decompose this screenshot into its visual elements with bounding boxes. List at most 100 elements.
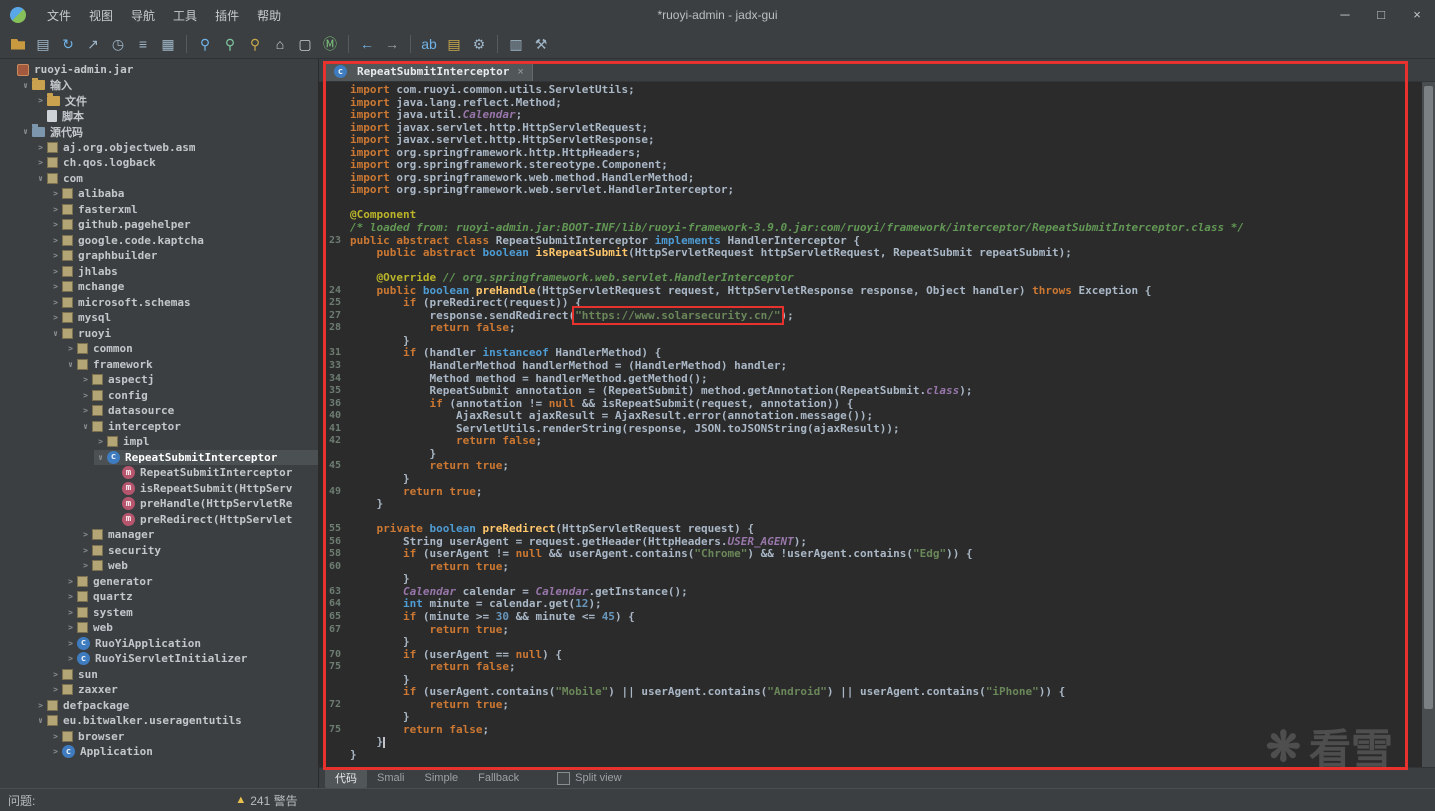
- tree-item-google.code.kaptcha[interactable]: > google.code.kaptcha: [49, 233, 318, 249]
- export-button[interactable]: ↗: [81, 33, 105, 55]
- split-view-toggle[interactable]: Split view: [557, 771, 622, 785]
- tree-chevron-icon[interactable]: >: [34, 158, 47, 167]
- tree-chevron-icon[interactable]: >: [49, 685, 62, 694]
- tree-chevron-icon[interactable]: >: [79, 375, 92, 384]
- forward-button[interactable]: →: [380, 33, 404, 55]
- tree-item-alibaba[interactable]: > alibaba: [49, 186, 318, 202]
- tree-item-Application[interactable]: > c Application: [49, 744, 318, 760]
- open-script-button[interactable]: ▤: [31, 33, 55, 55]
- scrollbar-thumb[interactable]: [1424, 86, 1433, 710]
- tree-item-aj.org.objectweb.asm[interactable]: > aj.org.objectweb.asm: [34, 140, 318, 156]
- tree-item-脚本[interactable]: 脚本: [34, 109, 318, 125]
- tree-item-ruoyi-admin.jar[interactable]: ruoyi-admin.jar: [4, 62, 318, 78]
- menu-item-插件[interactable]: 插件: [206, 3, 248, 28]
- view-tab-Simple[interactable]: Simple: [415, 770, 469, 786]
- tree-item-framework[interactable]: ∨ framework: [64, 357, 318, 373]
- tree-item-defpackage[interactable]: > defpackage: [34, 698, 318, 714]
- menu-item-工具[interactable]: 工具: [164, 3, 206, 28]
- tools-button[interactable]: ⚒: [529, 33, 553, 55]
- back-button[interactable]: ←: [355, 33, 379, 55]
- tree-chevron-icon[interactable]: >: [64, 623, 77, 632]
- maximize-button[interactable]: □: [1363, 0, 1399, 30]
- warnings-indicator[interactable]: ▲ 241 警告: [235, 792, 297, 809]
- tree-chevron-icon[interactable]: >: [64, 639, 77, 648]
- tree-item-isRepeatSubmit(HttpServ[interactable]: m isRepeatSubmit(HttpServ: [109, 481, 318, 497]
- tree-chevron-icon[interactable]: ∨: [49, 329, 62, 338]
- tree-item-microsoft.schemas[interactable]: > microsoft.schemas: [49, 295, 318, 311]
- tree-chevron-icon[interactable]: >: [79, 391, 92, 400]
- tree-item-github.pagehelper[interactable]: > github.pagehelper: [49, 217, 318, 233]
- tree-chevron-icon[interactable]: ∨: [19, 127, 32, 136]
- problems-label[interactable]: 问题:: [8, 792, 35, 809]
- tree-item-eu.bitwalker.useragentutils[interactable]: ∨ eu.bitwalker.useragentutils: [34, 713, 318, 729]
- tree-item-ruoyi[interactable]: ∨ ruoyi: [49, 326, 318, 342]
- tree-chevron-icon[interactable]: >: [49, 205, 62, 214]
- tree-item-system[interactable]: > system: [64, 605, 318, 621]
- tree-chevron-icon[interactable]: ∨: [79, 422, 92, 431]
- open-file-button[interactable]: [6, 33, 30, 55]
- tree-chevron-icon[interactable]: >: [49, 298, 62, 307]
- tree-chevron-icon[interactable]: ∨: [19, 81, 32, 90]
- menu-item-文件[interactable]: 文件: [38, 3, 80, 28]
- tree-item-aspectj[interactable]: > aspectj: [79, 372, 318, 388]
- menu-item-帮助[interactable]: 帮助: [248, 3, 290, 28]
- editor-scrollbar[interactable]: [1422, 82, 1435, 767]
- tree-chevron-icon[interactable]: >: [64, 654, 77, 663]
- tree-chevron-icon[interactable]: >: [34, 701, 47, 710]
- comment-search-button[interactable]: ⚲: [243, 33, 267, 55]
- tree-chevron-icon[interactable]: ∨: [34, 716, 47, 725]
- tree-item-config[interactable]: > config: [79, 388, 318, 404]
- tree-item-RepeatSubmitInterceptor[interactable]: ∨ c RepeatSubmitInterceptor: [94, 449, 318, 465]
- tree-item-com[interactable]: ∨ com: [34, 171, 318, 187]
- text-search-button[interactable]: ⚲: [193, 33, 217, 55]
- menu-item-导航[interactable]: 导航: [122, 3, 164, 28]
- tree-item-ch.qos.logback[interactable]: > ch.qos.logback: [34, 155, 318, 171]
- tree-chevron-icon[interactable]: >: [64, 608, 77, 617]
- tree-item-common[interactable]: > common: [64, 341, 318, 357]
- reload-button[interactable]: ↻: [56, 33, 80, 55]
- tree-chevron-icon[interactable]: >: [49, 313, 62, 322]
- flat-packages-button[interactable]: ≡: [131, 33, 155, 55]
- tree-chevron-icon[interactable]: >: [34, 143, 47, 152]
- tree-item-preRedirect(HttpServlet[interactable]: m preRedirect(HttpServlet: [109, 512, 318, 528]
- report-button[interactable]: ▥: [504, 33, 528, 55]
- tree-item-web[interactable]: > web: [79, 558, 318, 574]
- menu-item-视图[interactable]: 视图: [80, 3, 122, 28]
- tree-item-generator[interactable]: > generator: [64, 574, 318, 590]
- tree-item-impl[interactable]: > impl: [94, 434, 318, 450]
- tree-item-jhlabs[interactable]: > jhlabs: [49, 264, 318, 280]
- tree-item-graphbuilder[interactable]: > graphbuilder: [49, 248, 318, 264]
- class-search-button[interactable]: ⚲: [218, 33, 242, 55]
- tree-item-datasource[interactable]: > datasource: [79, 403, 318, 419]
- tree-item-输入[interactable]: ∨ 输入: [19, 77, 318, 94]
- tree-chevron-icon[interactable]: >: [49, 220, 62, 229]
- tree-item-RuoYiServletInitializer[interactable]: > c RuoYiServletInitializer: [64, 651, 318, 667]
- tree-item-mchange[interactable]: > mchange: [49, 279, 318, 295]
- minimize-button[interactable]: ─: [1327, 0, 1363, 30]
- tree-chevron-icon[interactable]: ∨: [64, 360, 77, 369]
- tree-chevron-icon[interactable]: >: [79, 561, 92, 570]
- tree-chevron-icon[interactable]: >: [34, 96, 47, 105]
- tree-item-源代码[interactable]: ∨ 源代码: [19, 124, 318, 140]
- history-button[interactable]: ◷: [106, 33, 130, 55]
- tree-item-RuoYiApplication[interactable]: > c RuoYiApplication: [64, 636, 318, 652]
- tree-chevron-icon[interactable]: >: [79, 546, 92, 555]
- view-tab-Smali[interactable]: Smali: [367, 770, 415, 786]
- new-window-button[interactable]: ▢: [293, 33, 317, 55]
- tree-chevron-icon[interactable]: >: [64, 592, 77, 601]
- close-button[interactable]: ×: [1399, 0, 1435, 30]
- tree-chevron-icon[interactable]: >: [49, 251, 62, 260]
- tree-chevron-icon[interactable]: >: [49, 267, 62, 276]
- tab-close-icon[interactable]: ×: [517, 66, 523, 78]
- tree-chevron-icon[interactable]: >: [49, 732, 62, 741]
- tree-item-web[interactable]: > web: [64, 620, 318, 636]
- tree-chevron-icon[interactable]: ∨: [34, 174, 47, 183]
- tree-chevron-icon[interactable]: >: [64, 344, 77, 353]
- log-viewer-button[interactable]: ▤: [442, 33, 466, 55]
- tree-chevron-icon[interactable]: >: [49, 747, 62, 756]
- tree-chevron-icon[interactable]: >: [49, 189, 62, 198]
- tree-item-fasterxml[interactable]: > fasterxml: [49, 202, 318, 218]
- tree-item-security[interactable]: > security: [79, 543, 318, 559]
- tree-chevron-icon[interactable]: >: [64, 577, 77, 586]
- tree-item-文件[interactable]: > 文件: [34, 93, 318, 109]
